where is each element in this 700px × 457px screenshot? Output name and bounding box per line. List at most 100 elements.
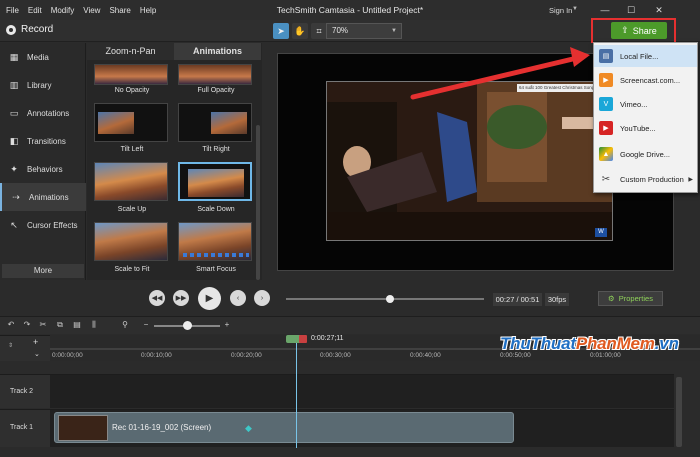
menu-file[interactable]: File [6, 6, 19, 15]
zoom-out-icon[interactable]: − [141, 320, 151, 330]
video-frame[interactable] [326, 81, 613, 241]
sidebar-item-media[interactable]: ▦ Media [0, 43, 86, 71]
maximize-button[interactable]: ☐ [624, 3, 638, 17]
record-button[interactable]: Record [6, 24, 53, 35]
properties-label: Properties [618, 294, 653, 303]
thumb-scale-up[interactable] [94, 162, 168, 201]
menu-share[interactable]: Share [109, 6, 130, 15]
thumb-scale-down[interactable] [178, 162, 252, 201]
thumb-tilt-right[interactable] [178, 103, 252, 142]
thumb-label: Scale Up [117, 206, 147, 213]
menu-view[interactable]: View [83, 6, 100, 15]
undo-icon[interactable]: ↶ [6, 320, 16, 330]
sign-in-link[interactable]: Sign In [549, 6, 572, 15]
playhead-out-point[interactable] [299, 335, 307, 343]
thumb-scale-to-fit[interactable] [94, 222, 168, 261]
tick-label: 0:00:30;00 [320, 352, 351, 359]
add-track-icon[interactable]: + [33, 337, 38, 347]
minimize-button[interactable]: — [598, 3, 612, 17]
sidebar-item-animations[interactable]: ⇢ Animations [0, 183, 86, 211]
pan-tool-icon[interactable]: ✋ [292, 23, 308, 39]
thumb-label: No Opacity [114, 87, 150, 94]
thumb-tilt-left[interactable] [94, 103, 168, 142]
site-watermark: ThuThuatPhanMem.vn [500, 334, 679, 354]
share-vimeo[interactable]: V Vimeo... [594, 93, 697, 115]
zoom-select[interactable]: 70% ▼ [326, 23, 402, 39]
close-button[interactable]: ✕ [652, 3, 666, 17]
local-file-icon: ▤ [599, 49, 613, 63]
panel-scrollbar[interactable] [256, 125, 260, 280]
properties-button[interactable]: ⚙ Properties [598, 291, 663, 306]
annotations-icon: ▭ [9, 108, 19, 118]
select-tool-icon[interactable]: ➤ [273, 23, 289, 39]
thumb-label: Full Opacity [197, 87, 235, 94]
thumb-label: Tilt Left [120, 146, 144, 153]
track-1-header[interactable]: Track 1 [0, 409, 50, 447]
menu-edit[interactable]: Edit [28, 6, 42, 15]
track-2-header[interactable]: Track 2 [0, 374, 50, 408]
fps-display[interactable]: 30fps [545, 293, 569, 306]
tick-label: 0:00:00;00 [52, 352, 83, 359]
tab-animations[interactable]: Animations [174, 43, 261, 60]
scrubber-handle[interactable] [386, 295, 394, 303]
timeline-scrollbar[interactable] [676, 377, 682, 447]
share-local-file[interactable]: ▤ Local File... [594, 45, 697, 67]
video-banner-text: 64 suất 100 Greatest Christmas Songs Ev [517, 84, 599, 92]
track-2-area[interactable] [50, 374, 674, 408]
watermark-part3: .vn [654, 334, 679, 353]
cut-icon[interactable]: ✂ [38, 320, 48, 330]
split-icon[interactable]: ⫼ [89, 320, 99, 330]
tools-icon: ✂ [601, 173, 611, 185]
crop-tool-icon[interactable]: ⌗ [311, 23, 327, 39]
video-scene [327, 82, 612, 240]
panel-tabs: Zoom-n-Pan Animations [87, 43, 262, 60]
screencast-icon: ▶ [599, 73, 613, 87]
play-button[interactable]: ▶ [198, 287, 221, 310]
timeline-zoom-handle[interactable] [183, 321, 192, 330]
sidebar-item-label: Animations [29, 192, 69, 202]
next-marker-icon[interactable]: › [254, 290, 270, 306]
share-item-label: Custom Production [620, 174, 684, 184]
share-google-drive[interactable]: ▲ Google Drive... [594, 143, 697, 165]
sidebar-item-annotations[interactable]: ▭ Annotations [0, 99, 86, 127]
timecode-display: 00:27 / 00:51 [493, 293, 542, 306]
collapse-icon[interactable]: ⌄ [34, 350, 40, 358]
step-icon[interactable]: ▶▶ [173, 290, 189, 306]
zoom-icon[interactable]: ⚲ [120, 320, 130, 330]
share-youtube[interactable]: ▶ YouTube... [594, 117, 697, 139]
share-custom-production[interactable]: ✂ Custom Production ▶ [594, 168, 697, 190]
menu-help[interactable]: Help [140, 6, 156, 15]
share-button[interactable]: ⇪ Share [611, 22, 667, 39]
vimeo-icon: V [599, 97, 613, 111]
share-item-label: Screencast.com... [620, 75, 681, 85]
scrubber-track[interactable] [286, 298, 484, 300]
share-screencast[interactable]: ▶ Screencast.com... [594, 69, 697, 91]
previous-frame-icon[interactable]: ◀◀ [149, 290, 165, 306]
menu-bar: File Edit Modify View Share Help [6, 6, 156, 15]
sidebar-item-label: Cursor Effects [27, 220, 78, 230]
watermark-part2: PhanMem [575, 334, 655, 353]
thumb-smart-focus[interactable] [178, 222, 252, 261]
track-size-icon[interactable]: ⇕ [8, 342, 13, 349]
thumb-full-opacity[interactable] [178, 64, 252, 85]
more-button[interactable]: More [2, 264, 84, 278]
menu-modify[interactable]: Modify [51, 6, 75, 15]
tab-zoom-n-pan[interactable]: Zoom-n-Pan [87, 43, 174, 60]
timeline-corner: + ⌄ ⇕ [0, 335, 50, 361]
sidebar-item-transitions[interactable]: ◧ Transitions [0, 127, 86, 155]
paste-icon[interactable]: ▤ [72, 320, 82, 330]
zoom-in-icon[interactable]: + [222, 320, 232, 330]
transitions-icon: ◧ [9, 136, 19, 146]
animation-marker-icon[interactable]: ◆ [245, 423, 255, 433]
sidebar-item-library[interactable]: ▥ Library [0, 71, 86, 99]
previous-marker-icon[interactable]: ‹ [230, 290, 246, 306]
thumb-no-opacity[interactable] [94, 64, 168, 85]
share-item-label: Local File... [620, 51, 659, 61]
copy-icon[interactable]: ⧉ [55, 320, 65, 330]
sidebar-item-cursor-effects[interactable]: ↖ Cursor Effects [0, 211, 86, 239]
library-icon: ▥ [9, 80, 19, 90]
sidebar-item-behaviors[interactable]: ✦ Behaviors [0, 155, 86, 183]
playhead-line[interactable] [296, 343, 297, 448]
chevron-down-icon[interactable]: ▼ [572, 6, 578, 12]
redo-icon[interactable]: ↷ [22, 320, 32, 330]
